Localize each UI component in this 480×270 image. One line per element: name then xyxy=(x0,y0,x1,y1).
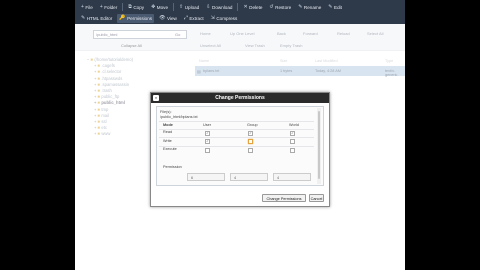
permissions-panel: File(s): /public_html/bplans.txt Mode Us… xyxy=(156,106,324,186)
toolbar-row-1: + File + Folder ⧉ Copy ✥ Move ⇧ Upload ⇩ Download ✕ D… xyxy=(79,2,347,12)
user-header: User xyxy=(203,123,212,127)
toolbar-folder-button[interactable]: + Folder xyxy=(98,3,119,12)
toolbar-delete-button[interactable]: ✕ Delete xyxy=(241,3,264,12)
toolbar-label: File xyxy=(85,4,93,10)
upload-icon: ⇧ xyxy=(179,4,184,10)
world-header: World xyxy=(289,123,299,127)
home-button[interactable]: Home xyxy=(200,31,211,36)
rename-icon: ✎ xyxy=(298,4,303,10)
write-user-checkbox[interactable]: ✓ xyxy=(205,139,210,144)
change-permissions-button[interactable]: Change Permissions xyxy=(262,194,306,202)
dialog-title: Change Permissions xyxy=(151,93,329,103)
restore-icon: ↺ xyxy=(269,4,274,10)
back-button[interactable]: Back xyxy=(277,31,286,36)
toolbar-separator xyxy=(237,3,239,11)
toolbar-label: Restore xyxy=(275,4,292,10)
copy-icon: ⧉ xyxy=(128,4,132,10)
execute-group-checkbox[interactable] xyxy=(248,147,253,153)
toolbar-label: Copy xyxy=(133,4,145,10)
permission-label: Permission xyxy=(163,165,182,169)
permission-user-value: 6 xyxy=(187,173,225,181)
permissions-icon: 🔑 xyxy=(119,15,126,21)
execute-user-checkbox[interactable] xyxy=(205,147,210,153)
toolbar-separator xyxy=(173,3,175,11)
toolbar-label: Upload xyxy=(184,4,200,10)
view-icon: 👁 xyxy=(159,15,166,21)
move-icon: ✥ xyxy=(151,4,156,10)
toolbar-rename-button[interactable]: ✎ Rename xyxy=(296,3,323,12)
toolbar-row-2: ✎ HTML Editor 🔑 Permissions 👁 View ⤢ Extract ⇲ Co… xyxy=(79,13,242,23)
empty-trash-button[interactable]: Empty Trash xyxy=(280,43,302,48)
mode-header: Mode xyxy=(163,123,173,127)
compress-icon: ⇲ xyxy=(210,15,215,21)
select-all-button[interactable]: Select All xyxy=(367,31,383,36)
toolbar-edit-button[interactable]: ✎ Edit xyxy=(326,3,344,12)
toolbar-label: Move xyxy=(156,4,169,10)
toolbar-label: Download xyxy=(212,4,233,10)
toolbar-label: Rename xyxy=(303,4,322,10)
toolbar-move-button[interactable]: ✥ Move xyxy=(149,3,170,12)
toolbar-label: Folder xyxy=(104,4,118,10)
mode-read-label: Read xyxy=(163,130,173,134)
folder-icon: + xyxy=(99,4,103,10)
close-icon[interactable]: × xyxy=(153,95,159,101)
toolbar-permissions-button[interactable]: 🔑 Permissions xyxy=(117,13,155,23)
delete-icon: ✕ xyxy=(243,4,248,10)
view-trash-button[interactable]: View Trash xyxy=(245,43,265,48)
read-user-checkbox[interactable]: ✓ xyxy=(205,130,210,136)
files-label: File(s): xyxy=(160,110,172,114)
toolbar-label: Permissions xyxy=(127,15,153,21)
toolbar-upload-button[interactable]: ⇧ Upload xyxy=(177,3,201,12)
toolbar-label: Extract xyxy=(189,15,204,21)
toolbar-label: Edit xyxy=(334,4,342,10)
read-world-checkbox[interactable]: ✓ xyxy=(290,130,295,136)
edit-icon: ✎ xyxy=(328,4,333,10)
extract-icon: ⤢ xyxy=(183,15,188,21)
toolbar-restore-button[interactable]: ↺ Restore xyxy=(267,3,293,12)
scrollbar-thumb[interactable] xyxy=(318,111,320,179)
permission-world-value: 4 xyxy=(273,173,311,181)
read-group-checkbox[interactable]: ✓ xyxy=(248,130,253,136)
toolbar-html-editor-button[interactable]: ✎ HTML Editor xyxy=(79,14,114,23)
forward-button[interactable]: Forward xyxy=(303,31,318,36)
unselect-all-button[interactable]: Unselect All xyxy=(200,43,221,48)
path-input[interactable]: /public_html xyxy=(93,30,187,39)
toolbar-compress-button[interactable]: ⇲ Compress xyxy=(209,14,240,23)
file-manager-window: + File + Folder ⧉ Copy ✥ Move ⇧ Upload ⇩ Download ✕ D… xyxy=(75,0,405,270)
collapse-all-link[interactable]: Collapse All xyxy=(121,43,142,48)
go-button[interactable]: Go xyxy=(175,30,180,39)
write-group-checkbox[interactable] xyxy=(248,139,253,144)
mode-write-label: Write xyxy=(163,138,172,143)
group-header: Group xyxy=(247,123,258,127)
reload-button[interactable]: Reload xyxy=(337,31,350,36)
write-world-checkbox[interactable] xyxy=(290,139,295,144)
cancel-button[interactable]: Cancel xyxy=(309,194,324,202)
file-icon: + xyxy=(81,4,84,10)
change-permissions-dialog: Change Permissions × File(s): /public_ht… xyxy=(150,92,330,207)
mode-execute-label: Execute xyxy=(163,147,177,151)
main-toolbar: + File + Folder ⧉ Copy ✥ Move ⇧ Upload ⇩ Download ✕ D… xyxy=(75,0,405,24)
toolbar-view-button[interactable]: 👁 View xyxy=(157,14,179,23)
toolbar-label: Compress xyxy=(216,15,238,21)
toolbar-label: HTML Editor xyxy=(86,15,113,21)
html-editor-icon: ✎ xyxy=(81,15,86,21)
toolbar-label: Delete xyxy=(249,4,263,10)
file-path: /public_html/bplans.txt xyxy=(160,115,198,119)
toolbar-copy-button[interactable]: ⧉ Copy xyxy=(126,3,146,12)
toolbar-separator xyxy=(122,3,124,11)
toolbar-label: View xyxy=(166,15,177,21)
toolbar-file-button[interactable]: + File xyxy=(79,3,95,12)
up-one-level-button[interactable]: Up One Level xyxy=(230,31,254,36)
permission-group-value: 4 xyxy=(230,173,268,181)
execute-world-checkbox[interactable] xyxy=(290,147,295,153)
toolbar-extract-button[interactable]: ⤢ Extract xyxy=(182,14,206,23)
toolbar-download-button[interactable]: ⇩ Download xyxy=(204,3,234,12)
download-icon: ⇩ xyxy=(206,4,211,10)
